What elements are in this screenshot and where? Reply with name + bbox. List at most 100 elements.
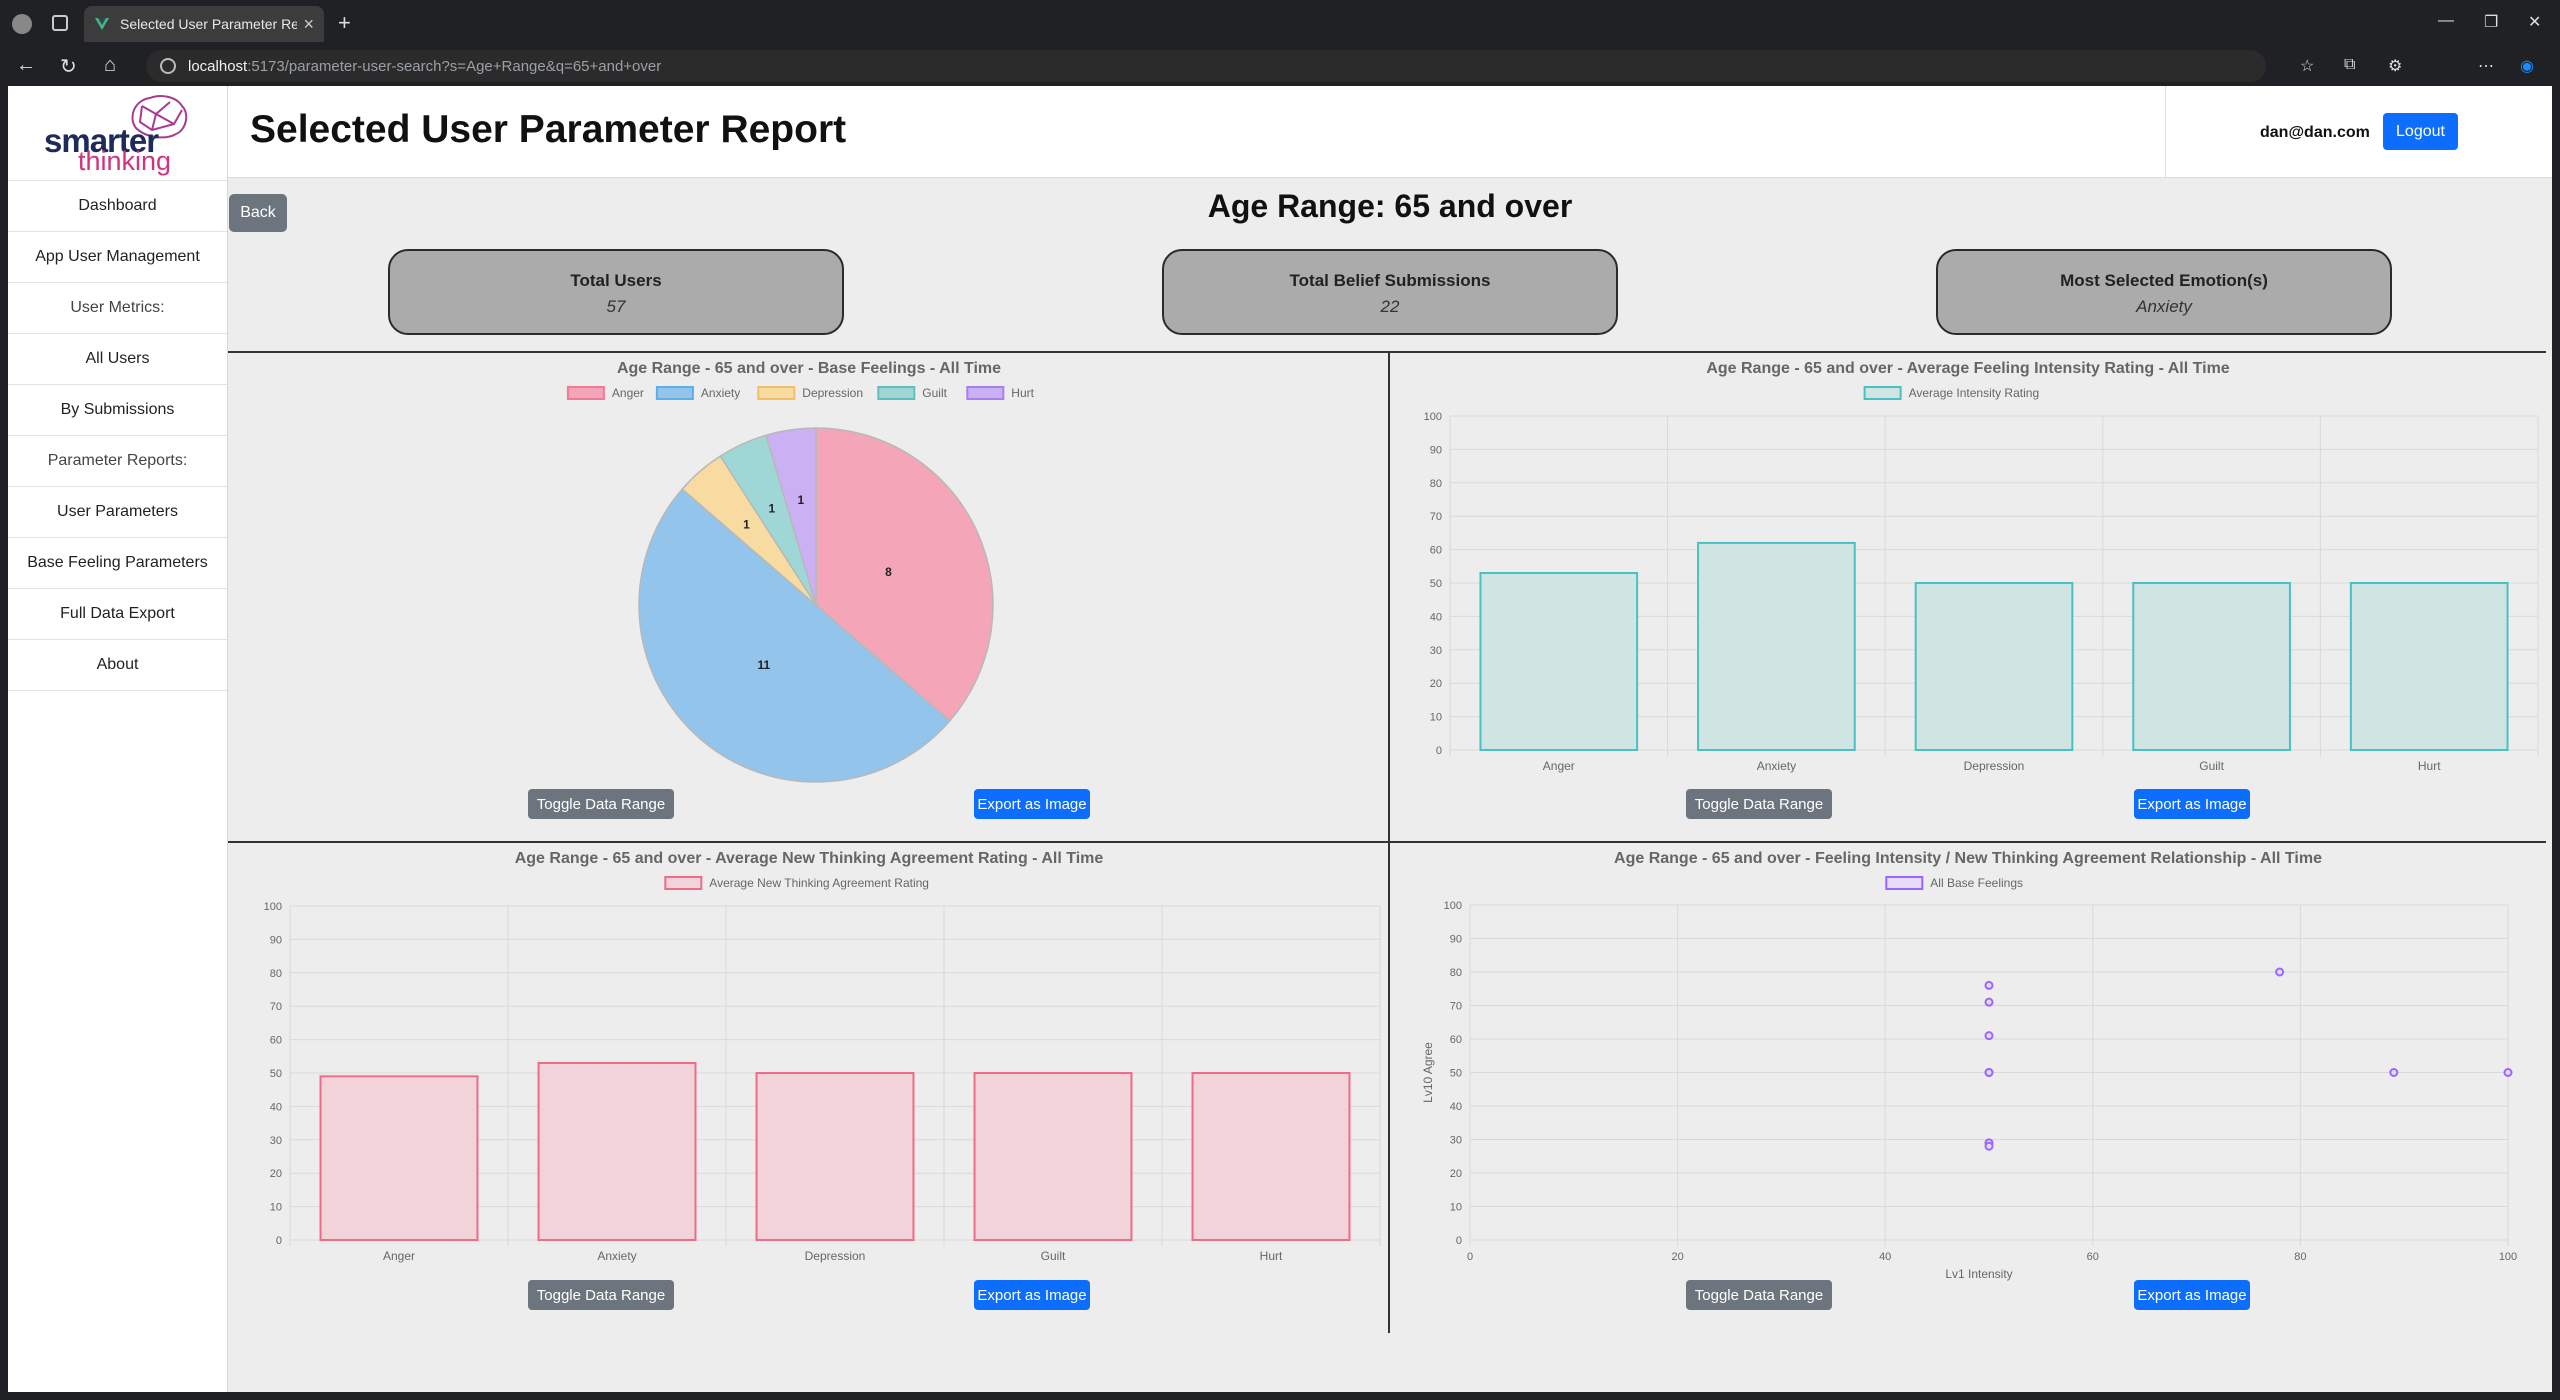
collections-icon[interactable]: ⧉ xyxy=(2344,56,2355,74)
y-tick-label: 60 xyxy=(1430,545,1442,557)
top-header: Selected User Parameter Report dan@dan.c… xyxy=(228,86,2552,178)
stat-value: 22 xyxy=(1380,297,1400,316)
sidebar-item-full-data-export[interactable]: Full Data Export xyxy=(8,589,227,640)
export-image-button[interactable]: Export as Image xyxy=(974,1280,1090,1310)
y-tick-label: 30 xyxy=(270,1135,282,1147)
sidebar-item-all-users[interactable]: All Users xyxy=(8,334,227,385)
toggle-data-range-button[interactable]: Toggle Data Range xyxy=(1686,789,1832,819)
y-tick-label: 70 xyxy=(1450,1001,1462,1013)
y-tick-label: 30 xyxy=(1450,1135,1462,1147)
legend-label: Hurt xyxy=(1011,386,1034,400)
scatter-point xyxy=(2389,1068,2399,1077)
page-title: Selected User Parameter Report xyxy=(250,108,847,151)
y-tick-label: 10 xyxy=(270,1202,282,1214)
chart-panel-intensity-agreement-relationship: Age Range - 65 and over - Feeling Intens… xyxy=(1390,843,2548,1333)
legend-label: Anxiety xyxy=(701,386,740,400)
minimize-icon[interactable]: — xyxy=(2438,12,2454,30)
toggle-data-range-button[interactable]: Toggle Data Range xyxy=(528,789,674,819)
y-tick-label: 100 xyxy=(1444,900,1462,912)
x-tick-label: Depression xyxy=(805,1249,866,1263)
restore-icon[interactable]: ❐ xyxy=(2484,12,2498,32)
scatter-point xyxy=(1984,1068,1994,1077)
scatter-point xyxy=(1984,997,1994,1007)
x-tick-label: 80 xyxy=(2294,1251,2306,1263)
legend-swatch xyxy=(1885,876,1924,890)
x-tick-label: Hurt xyxy=(1260,1249,1283,1263)
y-tick-label: 10 xyxy=(1430,712,1442,724)
favorites-icon[interactable]: ☆ xyxy=(2300,56,2314,76)
y-tick-label: 40 xyxy=(1430,611,1442,623)
export-image-button[interactable]: Export as Image xyxy=(2134,789,2250,819)
back-arrow-icon[interactable]: ← xyxy=(16,54,36,77)
vue-logo-icon xyxy=(95,18,109,30)
close-window-icon[interactable]: ✕ xyxy=(2528,12,2541,32)
chart-title: Age Range - 65 and over - Feeling Intens… xyxy=(1614,850,2322,867)
x-axis-label: Lv1 Intensity xyxy=(1945,1267,2012,1281)
scatter-point xyxy=(1984,980,1994,990)
sidebar-item-about[interactable]: About xyxy=(8,640,227,691)
y-tick-label: 0 xyxy=(1436,745,1442,757)
bar-chart-feeling-intensity: Age Range - 65 and over - Average Feelin… xyxy=(1424,360,2539,773)
x-tick-label: Anxiety xyxy=(1757,759,1796,773)
bar-depression xyxy=(1914,582,2074,751)
copilot-icon[interactable]: ◉ xyxy=(2520,56,2534,76)
profile-icon[interactable] xyxy=(12,14,32,34)
legend-swatch xyxy=(966,386,1005,400)
back-button[interactable]: Back xyxy=(229,194,287,232)
stat-value: 57 xyxy=(606,297,626,316)
legend-swatch xyxy=(1863,386,1902,400)
x-tick-label: Guilt xyxy=(1041,1249,1066,1263)
bar-anxiety xyxy=(537,1061,697,1241)
bar-anxiety xyxy=(1697,541,1856,751)
home-icon[interactable]: ⌂ xyxy=(104,54,116,77)
legend-swatch xyxy=(566,386,605,400)
export-image-button[interactable]: Export as Image xyxy=(974,789,1090,819)
bar-chart-new-thinking-agreement: Age Range - 65 and over - Average New Th… xyxy=(264,850,1381,1263)
y-tick-label: 10 xyxy=(1450,1202,1462,1214)
address-bar[interactable]: localhost :5173/parameter-user-search?s=… xyxy=(146,50,2266,82)
y-tick-label: 50 xyxy=(1430,578,1442,590)
y-tick-label: 80 xyxy=(1450,967,1462,979)
reload-icon[interactable]: ↻ xyxy=(60,54,77,79)
sidebar: smarter thinking Dashboard App User Mana… xyxy=(8,86,228,1392)
new-tab-icon[interactable]: + xyxy=(338,10,351,36)
more-icon[interactable]: ⋯ xyxy=(2478,56,2494,76)
close-tab-icon[interactable]: × xyxy=(303,14,314,35)
sidebar-item-dashboard[interactable]: Dashboard xyxy=(8,181,227,232)
sidebar-item-user-parameters[interactable]: User Parameters xyxy=(8,487,227,538)
y-tick-label: 70 xyxy=(270,1001,282,1013)
bar-depression xyxy=(755,1072,915,1241)
browser-tab[interactable]: Selected User Parameter Report × xyxy=(84,6,324,42)
y-tick-label: 90 xyxy=(270,934,282,946)
toggle-data-range-button[interactable]: Toggle Data Range xyxy=(528,1280,674,1310)
toggle-data-range-button[interactable]: Toggle Data Range xyxy=(1686,1280,1832,1310)
stat-label: Most Selected Emotion(s) xyxy=(2060,271,2268,290)
sidebar-item-app-user-management[interactable]: App User Management xyxy=(8,232,227,283)
legend-label: Anger xyxy=(612,386,644,400)
extensions-icon[interactable]: ⚙ xyxy=(2388,56,2402,76)
y-tick-label: 80 xyxy=(1430,478,1442,490)
y-tick-label: 100 xyxy=(1424,411,1442,423)
legend-swatch xyxy=(877,386,916,400)
x-tick-label: Anger xyxy=(1543,759,1575,773)
site-info-icon[interactable] xyxy=(160,58,176,74)
url-path: :5173/parameter-user-search?s=Age+Range&… xyxy=(247,57,662,75)
legend-label: Average Intensity Rating xyxy=(1909,386,2040,400)
stat-card-total-belief-submissions: Total Belief Submissions 22 xyxy=(1162,249,1618,335)
x-tick-label: Hurt xyxy=(2418,759,2441,773)
smarter-thinking-logo[interactable]: smarter thinking xyxy=(8,86,227,181)
sidebar-item-by-submissions[interactable]: By Submissions xyxy=(8,385,227,436)
logo-word-thinking: thinking xyxy=(78,146,172,176)
y-tick-label: 30 xyxy=(1430,645,1442,657)
export-image-button[interactable]: Export as Image xyxy=(2134,1280,2250,1310)
logout-button[interactable]: Logout xyxy=(2383,113,2458,150)
bar-hurt xyxy=(2349,582,2509,751)
stat-card-total-users: Total Users 57 xyxy=(388,249,844,335)
chart-title: Age Range - 65 and over - Base Feelings … xyxy=(617,360,1001,377)
bar-anger xyxy=(1479,571,1639,751)
tab-actions-icon[interactable] xyxy=(52,15,68,31)
user-email: dan@dan.com xyxy=(2260,124,2370,141)
y-tick-label: 60 xyxy=(1450,1034,1462,1046)
bar-anger xyxy=(319,1075,479,1241)
sidebar-item-base-feeling-parameters[interactable]: Base Feeling Parameters xyxy=(8,538,227,589)
